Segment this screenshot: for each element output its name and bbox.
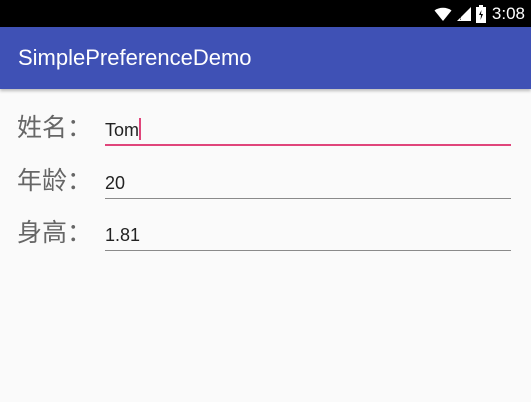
app-bar: SimplePreferenceDemo	[0, 27, 531, 89]
signal-icon: !	[456, 6, 471, 22]
name-value: Tom	[105, 120, 140, 140]
height-label: 身高：	[17, 218, 93, 247]
age-input[interactable]: 20	[105, 166, 511, 199]
status-bar: ! 3:08	[0, 0, 531, 27]
height-input[interactable]: 1.81	[105, 218, 511, 251]
name-label: 姓名：	[17, 113, 93, 142]
text-cursor	[139, 118, 142, 141]
age-row: 年龄： 20	[0, 164, 531, 216]
name-input[interactable]: Tom	[105, 113, 511, 146]
status-icons: ! 3:08	[434, 3, 525, 24]
age-value: 20	[105, 173, 126, 193]
name-row: 姓名： Tom	[0, 111, 531, 163]
svg-text:!: !	[459, 14, 462, 22]
wifi-icon	[434, 7, 452, 21]
age-label: 年龄：	[17, 166, 93, 195]
battery-icon	[475, 4, 486, 23]
status-time: 3:08	[491, 3, 525, 23]
height-row: 身高： 1.81	[0, 216, 531, 268]
height-value: 1.81	[105, 225, 141, 245]
app-title: SimplePreferenceDemo	[18, 45, 252, 70]
